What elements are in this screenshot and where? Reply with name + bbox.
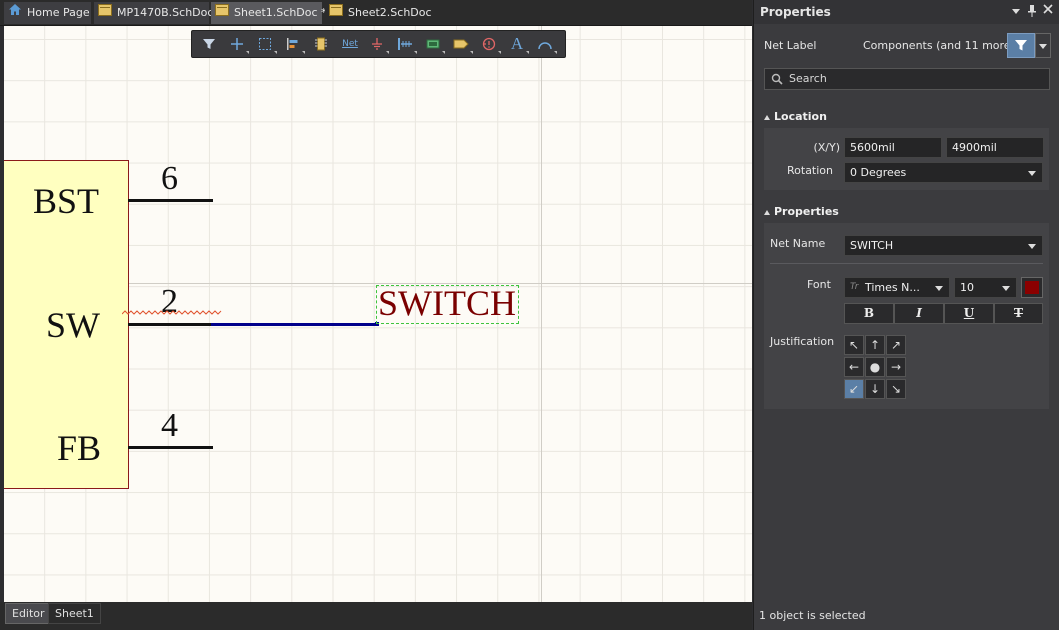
tab-label: MP1470B.SchDoc (117, 6, 214, 19)
gnd-power-icon[interactable] (368, 35, 389, 54)
panel-menu-icon[interactable] (1012, 9, 1020, 14)
filter-icon (1015, 40, 1027, 51)
divider (770, 263, 1043, 264)
select-rect-icon[interactable] (256, 35, 277, 54)
chevron-down-icon (1039, 44, 1047, 49)
search-input[interactable]: Search (764, 68, 1050, 90)
pin-end-dot (210, 199, 213, 202)
tab-home-page[interactable]: Home Page (4, 2, 91, 24)
net-label-switch[interactable]: SWITCH (378, 283, 516, 323)
italic-button[interactable]: I (894, 303, 944, 324)
panel-title: Properties (760, 5, 831, 19)
tab-label: Home Page (27, 6, 90, 19)
justify-bottom-left-button[interactable]: ↙ (844, 379, 864, 399)
port-icon[interactable] (452, 35, 473, 54)
strikethrough-button[interactable]: T (994, 303, 1043, 324)
pin-icon[interactable] (1028, 5, 1036, 20)
wire-switch[interactable] (211, 323, 378, 326)
harness-icon[interactable] (424, 35, 445, 54)
bus-icon[interactable] (396, 35, 417, 54)
filter-summary-text[interactable]: Components (and 11 more) (863, 39, 1015, 52)
bold-button[interactable]: B (844, 303, 894, 324)
arc-icon[interactable] (536, 35, 557, 54)
font-family-select[interactable]: Tr Times N... (844, 277, 950, 298)
font-label: Font (807, 278, 831, 291)
pin-name-bst: BST (33, 181, 100, 221)
location-section: (X/Y) 5600mil 4900mil Rotation 0 Degrees (764, 128, 1049, 190)
rotation-label: Rotation (787, 164, 834, 177)
bottom-tab-sheet1[interactable]: Sheet1 (48, 603, 101, 624)
tab-sheet2[interactable]: Sheet2.SchDoc (325, 2, 432, 24)
properties-section: Net Name SWITCH Font Tr Times N... 10 B … (764, 223, 1049, 409)
schdoc-icon (329, 2, 343, 24)
filter-dropdown-button[interactable] (1035, 33, 1051, 58)
error-squiggle (122, 310, 222, 315)
xy-label: (X/Y) (813, 141, 840, 154)
filter-icon[interactable] (200, 35, 218, 53)
font-size-select[interactable]: 10 (954, 277, 1017, 298)
object-filter-button[interactable] (1007, 33, 1035, 58)
underline-button[interactable]: U (944, 303, 994, 324)
cross-icon[interactable] (228, 35, 249, 54)
close-icon[interactable] (1043, 4, 1053, 17)
justify-top-center-button[interactable]: ↑ (865, 335, 885, 355)
tab-mp1470b[interactable]: MP1470B.SchDoc (94, 2, 213, 24)
panel-titlebar: Properties (754, 0, 1059, 24)
location-section-header[interactable]: Location (764, 110, 827, 123)
justify-middle-left-button[interactable]: ← (844, 357, 864, 377)
schdoc-icon (98, 2, 112, 24)
align-icon[interactable] (284, 35, 305, 54)
cursor-vertical-line (541, 26, 542, 602)
text-icon[interactable]: A (508, 34, 529, 54)
home-icon (8, 2, 22, 24)
pin-line-2[interactable] (128, 323, 212, 326)
net-name-label: Net Name (770, 237, 826, 250)
editor-bottom-bar: Editor Sheet1 (0, 602, 752, 630)
font-family-value: Times N... (865, 281, 920, 294)
y-field[interactable]: 4900mil (946, 137, 1044, 158)
justify-top-left-button[interactable]: ↖ (844, 335, 864, 355)
justify-bottom-center-button[interactable]: ↓ (865, 379, 885, 399)
rotation-select[interactable]: 0 Degrees (844, 162, 1043, 183)
object-type-label: Net Label (764, 39, 817, 52)
net-name-field[interactable]: SWITCH (844, 235, 1043, 256)
properties-section-header[interactable]: Properties (764, 205, 839, 218)
tab-label: Sheet2.SchDoc (348, 6, 432, 19)
justification-label: Justification (770, 335, 835, 348)
pin-name-sw: SW (46, 305, 100, 345)
font-color-swatch (1025, 281, 1039, 294)
tab-sheet1[interactable]: Sheet1.SchDoc * (211, 2, 327, 24)
properties-header-label: Properties (774, 205, 839, 218)
schematic-canvas[interactable]: BST SW FB 6 2 4 SWITCH (4, 26, 752, 602)
search-placeholder: Search (789, 72, 827, 85)
font-type-icon: Tr (850, 282, 859, 292)
properties-panel: Properties Net Label Components (and 11 … (753, 0, 1059, 630)
component-icon[interactable] (312, 35, 330, 53)
pin-name-fb: FB (57, 428, 102, 468)
justify-bottom-right-button[interactable]: ↘ (886, 379, 906, 399)
pin-line-4[interactable] (128, 446, 212, 449)
pin-number-4: 4 (161, 407, 178, 444)
bottom-tab-editor[interactable]: Editor (5, 603, 52, 624)
tab-label: Sheet1.SchDoc * (234, 6, 327, 19)
pin-number-6: 6 (161, 160, 178, 197)
status-text: 1 object is selected (759, 609, 866, 622)
justify-middle-right-button[interactable]: → (886, 357, 906, 377)
search-icon (771, 73, 783, 85)
document-tab-bar: Home Page MP1470B.SchDoc Sheet1.SchDoc *… (0, 0, 752, 26)
font-color-button[interactable] (1021, 277, 1043, 298)
location-header-label: Location (774, 110, 827, 123)
x-field[interactable]: 5600mil (844, 137, 942, 158)
pin-line-6[interactable] (128, 199, 212, 202)
parameter-icon[interactable] (480, 35, 501, 54)
schdoc-icon (215, 2, 229, 24)
pin-end-dot (210, 446, 213, 449)
active-bar-toolbar: Net A (191, 30, 566, 58)
justify-top-right-button[interactable]: ↗ (886, 335, 906, 355)
justify-center-button[interactable]: ● (865, 357, 885, 377)
net-label-icon[interactable]: Net (339, 35, 361, 53)
